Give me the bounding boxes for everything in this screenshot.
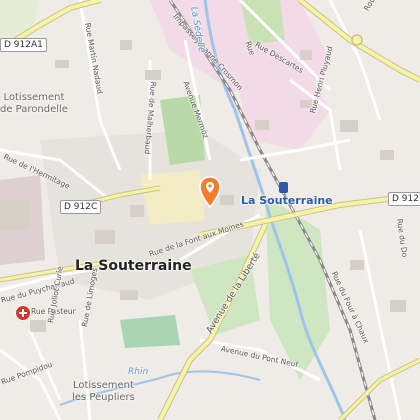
meadow-area	[265, 195, 330, 380]
sports-area	[120, 315, 180, 348]
area-label-parondelle: Lotissement de Parondelle	[0, 92, 68, 115]
station-label[interactable]: La Souterraine	[241, 194, 333, 207]
road-shield-d912: D 912	[388, 192, 420, 206]
map-view[interactable]: La Souterraine La Souterraine Lotissemen…	[0, 0, 420, 420]
map-pin-icon[interactable]	[198, 176, 222, 208]
road-shield-d912a1: D 912A1	[0, 38, 47, 52]
road-shield-d912c: D 912C	[60, 200, 102, 214]
roundabout	[351, 34, 363, 46]
area-label-peupliers: Lotissement les Peupliers	[72, 380, 135, 403]
hospital-icon[interactable]	[15, 305, 31, 321]
train-station-icon[interactable]	[279, 182, 288, 193]
river-label-rhin: Rhin	[128, 367, 149, 377]
